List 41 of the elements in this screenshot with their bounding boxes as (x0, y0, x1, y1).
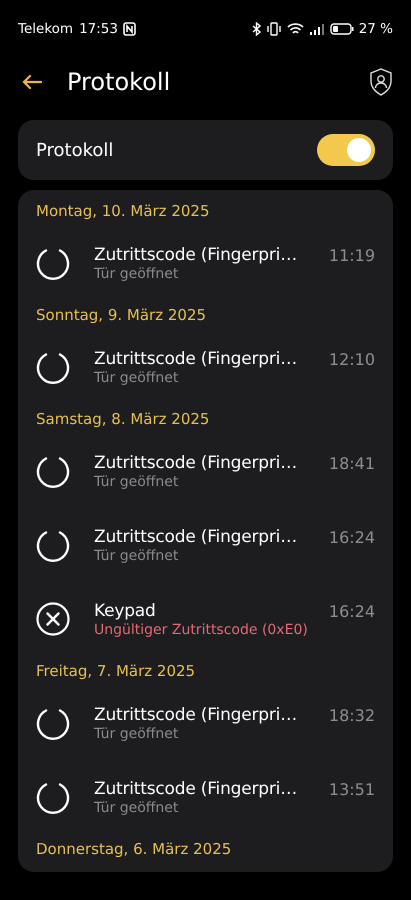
shield-user-icon[interactable] (369, 68, 393, 96)
entry-status: Tür geöffnet (94, 266, 180, 282)
date-heading: Sonntag, 9. März 2025 (36, 305, 208, 326)
bluetooth-icon (252, 22, 261, 36)
vibrate-icon (266, 22, 282, 36)
battery-text: 27 % (358, 21, 393, 37)
entry-time: 18:41 (328, 454, 375, 473)
nfc-icon (122, 22, 136, 36)
entry-status: Tür geöffnet (94, 800, 180, 816)
entry-title: Keypad (94, 600, 157, 620)
entry-title: Zutrittscode (Fingerpri… (94, 704, 298, 724)
date-heading: Samstag, 8. März 2025 (36, 409, 210, 430)
entry-title: Zutrittscode (Fingerpri… (94, 348, 298, 368)
entry-title: Zutrittscode (Fingerpri… (94, 452, 298, 472)
clock-text: 17:53 (79, 21, 118, 37)
wifi-icon (286, 22, 304, 36)
entry-time: 11:19 (328, 246, 375, 265)
date-heading: Montag, 10. März 2025 (36, 201, 210, 222)
entry-time: 16:24 (328, 602, 375, 621)
close-circle-icon (36, 602, 70, 636)
entry-time: 12:10 (328, 350, 375, 369)
back-button[interactable] (20, 72, 44, 92)
entry-status: Tür geöffnet (94, 370, 180, 386)
toggle-switch[interactable] (317, 134, 375, 166)
signal-icon (308, 22, 325, 36)
battery-icon (330, 22, 354, 36)
entry-status: Ungültiger Zutrittscode (0xE0) (94, 622, 305, 638)
entry-status: Tür geöffnet (94, 474, 180, 490)
entry-time: 18:32 (328, 706, 375, 725)
carrier-text: Telekom (18, 21, 74, 37)
entry-status: Tür geöffnet (94, 726, 180, 742)
entry-title: Zutrittscode (Fingerpri… (94, 778, 298, 798)
entry-time: 13:51 (328, 780, 375, 799)
page-title: Protokoll (67, 68, 170, 96)
entry-title: Zutrittscode (Fingerpri… (94, 526, 298, 546)
date-heading: Donnerstag, 6. März 2025 (36, 839, 232, 860)
setting-label: Protokoll (36, 140, 114, 160)
entry-status: Tür geöffnet (94, 548, 180, 564)
entry-time: 16:24 (328, 528, 375, 547)
entry-title: Zutrittscode (Fingerpri… (94, 244, 298, 264)
date-heading: Freitag, 7. März 2025 (36, 661, 196, 682)
